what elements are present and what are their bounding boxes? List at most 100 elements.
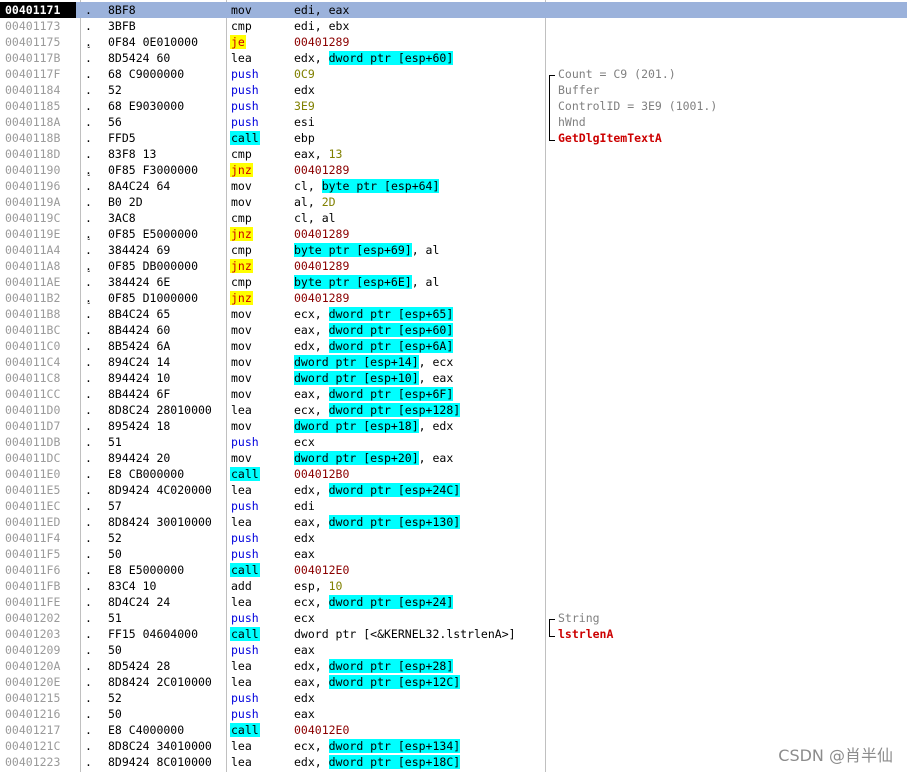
operands-cell[interactable]: ebp (294, 130, 544, 146)
disasm-row[interactable]: 004011DC. 894424 20 mov dword ptr [esp+20],… (0, 450, 907, 466)
disasm-row[interactable]: 004011C4. 894C24 14 mov dword ptr [esp+14],… (0, 354, 907, 370)
mnemonic-cell[interactable]: mov (230, 322, 290, 338)
disasm-row[interactable]: 00401175. ˬ 0F84 0E010000 je 00401289 (0, 34, 907, 50)
address-cell[interactable]: 004011ED (5, 514, 73, 530)
mnemonic-cell[interactable]: mov (230, 178, 290, 194)
hex-dump-cell[interactable]: 52 (108, 530, 228, 546)
hex-dump-cell[interactable]: E8 E5000000 (108, 562, 228, 578)
mnemonic-cell[interactable]: push (230, 114, 290, 130)
disasm-row[interactable]: 004011F6. E8 E5000000 call 004012E0 (0, 562, 907, 578)
mnemonic-cell[interactable]: call (230, 130, 290, 146)
disasm-row[interactable]: 00401216. 50 push eax (0, 706, 907, 722)
hex-dump-cell[interactable]: 3BFB (108, 18, 228, 34)
hex-dump-cell[interactable]: 50 (108, 706, 228, 722)
disasm-row[interactable]: 0040119E. ˬ 0F85 E5000000 jnz 00401289 (0, 226, 907, 242)
operands-cell[interactable]: dword ptr [esp+18], edx (294, 418, 544, 434)
hex-dump-cell[interactable]: 51 (108, 434, 228, 450)
operands-cell[interactable]: eax (294, 706, 544, 722)
mnemonic-cell[interactable]: jnz (230, 226, 290, 242)
address-cell[interactable]: 0040119E (5, 226, 73, 242)
mnemonic-cell[interactable]: mov (230, 370, 290, 386)
address-cell[interactable]: 004011CC (5, 386, 73, 402)
operands-cell[interactable]: 0C9 (294, 66, 544, 82)
hex-dump-cell[interactable]: E8 C4000000 (108, 722, 228, 738)
operands-cell[interactable]: edx (294, 690, 544, 706)
hex-dump-cell[interactable]: 0F85 DB000000 (108, 258, 228, 274)
hex-dump-cell[interactable]: 68 C9000000 (108, 66, 228, 82)
disasm-row[interactable]: 004011B2. ˬ 0F85 D1000000 jnz 00401289 (0, 290, 907, 306)
hex-dump-cell[interactable]: 8D9424 4C020000 (108, 482, 228, 498)
hex-dump-cell[interactable]: 3AC8 (108, 210, 228, 226)
address-cell[interactable]: 0040118D (5, 146, 73, 162)
hex-dump-cell[interactable]: 50 (108, 642, 228, 658)
operands-cell[interactable]: 00401289 (294, 290, 544, 306)
operands-cell[interactable]: eax, dword ptr [esp+6F] (294, 386, 544, 402)
address-cell[interactable]: 004011AE (5, 274, 73, 290)
disasm-row[interactable]: 004011E5. 8D9424 4C020000 lea edx, dword pt… (0, 482, 907, 498)
mnemonic-cell[interactable]: push (230, 98, 290, 114)
mnemonic-cell[interactable]: cmp (230, 18, 290, 34)
mnemonic-cell[interactable]: push (230, 610, 290, 626)
address-cell[interactable]: 00401173 (5, 18, 73, 34)
address-cell[interactable]: 004011D0 (5, 402, 73, 418)
mnemonic-cell[interactable]: cmp (230, 146, 290, 162)
mnemonic-cell[interactable]: add (230, 578, 290, 594)
disasm-row[interactable]: 0040117F. 68 C9000000 push 0C9 Count = C9 (2… (0, 66, 907, 82)
mnemonic-cell[interactable]: push (230, 706, 290, 722)
operands-cell[interactable]: edx (294, 82, 544, 98)
disasm-row[interactable]: 004011FE. 8D4C24 24 lea ecx, dword ptr [esp… (0, 594, 907, 610)
disasm-row[interactable]: 00401173. 3BFB cmp edi, ebx (0, 18, 907, 34)
mnemonic-cell[interactable]: lea (230, 402, 290, 418)
mnemonic-cell[interactable]: mov (230, 194, 290, 210)
disasm-row[interactable]: 0040118D. 83F8 13 cmp eax, 13 (0, 146, 907, 162)
address-cell[interactable]: 004011F4 (5, 530, 73, 546)
hex-dump-cell[interactable]: 895424 18 (108, 418, 228, 434)
hex-dump-cell[interactable]: 57 (108, 498, 228, 514)
address-cell[interactable]: 00401202 (5, 610, 73, 626)
address-cell[interactable]: 004011F5 (5, 546, 73, 562)
hex-dump-cell[interactable]: 8B4C24 65 (108, 306, 228, 322)
mnemonic-cell[interactable]: mov (230, 306, 290, 322)
disasm-row[interactable]: 004011CC. 8B4424 6F mov eax, dword ptr [esp… (0, 386, 907, 402)
mnemonic-cell[interactable]: call (230, 466, 290, 482)
disasm-row[interactable]: 004011A4. 384424 69 cmp byte ptr [esp+69], … (0, 242, 907, 258)
operands-cell[interactable]: 00401289 (294, 258, 544, 274)
hex-dump-cell[interactable]: 68 E9030000 (108, 98, 228, 114)
hex-dump-cell[interactable]: 8B5424 6A (108, 338, 228, 354)
operands-cell[interactable]: ecx (294, 610, 544, 626)
disasm-row[interactable]: 00401223. 8D9424 8C010000 lea edx, dword pt… (0, 754, 907, 770)
address-cell[interactable]: 004011DC (5, 450, 73, 466)
operands-cell[interactable]: 004012B0 (294, 466, 544, 482)
operands-cell[interactable]: eax, dword ptr [esp+12C] (294, 674, 544, 690)
address-cell[interactable]: 004011FE (5, 594, 73, 610)
mnemonic-cell[interactable]: push (230, 498, 290, 514)
address-cell[interactable]: 00401196 (5, 178, 73, 194)
address-cell[interactable]: 00401171 (0, 2, 76, 18)
address-cell[interactable]: 00401223 (5, 754, 73, 770)
comment-cell[interactable]: String (558, 610, 898, 626)
hex-dump-cell[interactable]: FF15 04604000 (108, 626, 228, 642)
disasm-row[interactable]: 00401184. 52 push edx Buffer (0, 82, 907, 98)
disasm-row[interactable]: 0040119A. B0 2D mov al, 2D (0, 194, 907, 210)
mnemonic-cell[interactable]: lea (230, 50, 290, 66)
operands-cell[interactable]: cl, byte ptr [esp+64] (294, 178, 544, 194)
hex-dump-cell[interactable]: 8D9424 8C010000 (108, 754, 228, 770)
disasm-row[interactable]: 004011DB. 51 push ecx (0, 434, 907, 450)
hex-dump-cell[interactable]: 8B4424 60 (108, 322, 228, 338)
hex-dump-cell[interactable]: 50 (108, 546, 228, 562)
disasm-row[interactable]: 0040118A. 56 push esi hWnd (0, 114, 907, 130)
operands-cell[interactable]: byte ptr [esp+69], al (294, 242, 544, 258)
operands-cell[interactable]: dword ptr [esp+14], ecx (294, 354, 544, 370)
hex-dump-cell[interactable]: 0F84 0E010000 (108, 34, 228, 50)
hex-dump-cell[interactable]: 8BF8 (108, 2, 228, 18)
operands-cell[interactable]: edx, dword ptr [esp+60] (294, 50, 544, 66)
disasm-row[interactable]: 004011BC. 8B4424 60 mov eax, dword ptr [esp… (0, 322, 907, 338)
disasm-row[interactable]: 004011F5. 50 push eax (0, 546, 907, 562)
mnemonic-cell[interactable]: lea (230, 754, 290, 770)
disasm-row[interactable]: 004011ED. 8D8424 30010000 lea eax, dword pt… (0, 514, 907, 530)
hex-dump-cell[interactable]: 52 (108, 690, 228, 706)
address-cell[interactable]: 004011B2 (5, 290, 73, 306)
mnemonic-cell[interactable]: lea (230, 482, 290, 498)
address-cell[interactable]: 004011EC (5, 498, 73, 514)
disasm-row[interactable]: 004011D0. 8D8C24 28010000 lea ecx, dword pt… (0, 402, 907, 418)
